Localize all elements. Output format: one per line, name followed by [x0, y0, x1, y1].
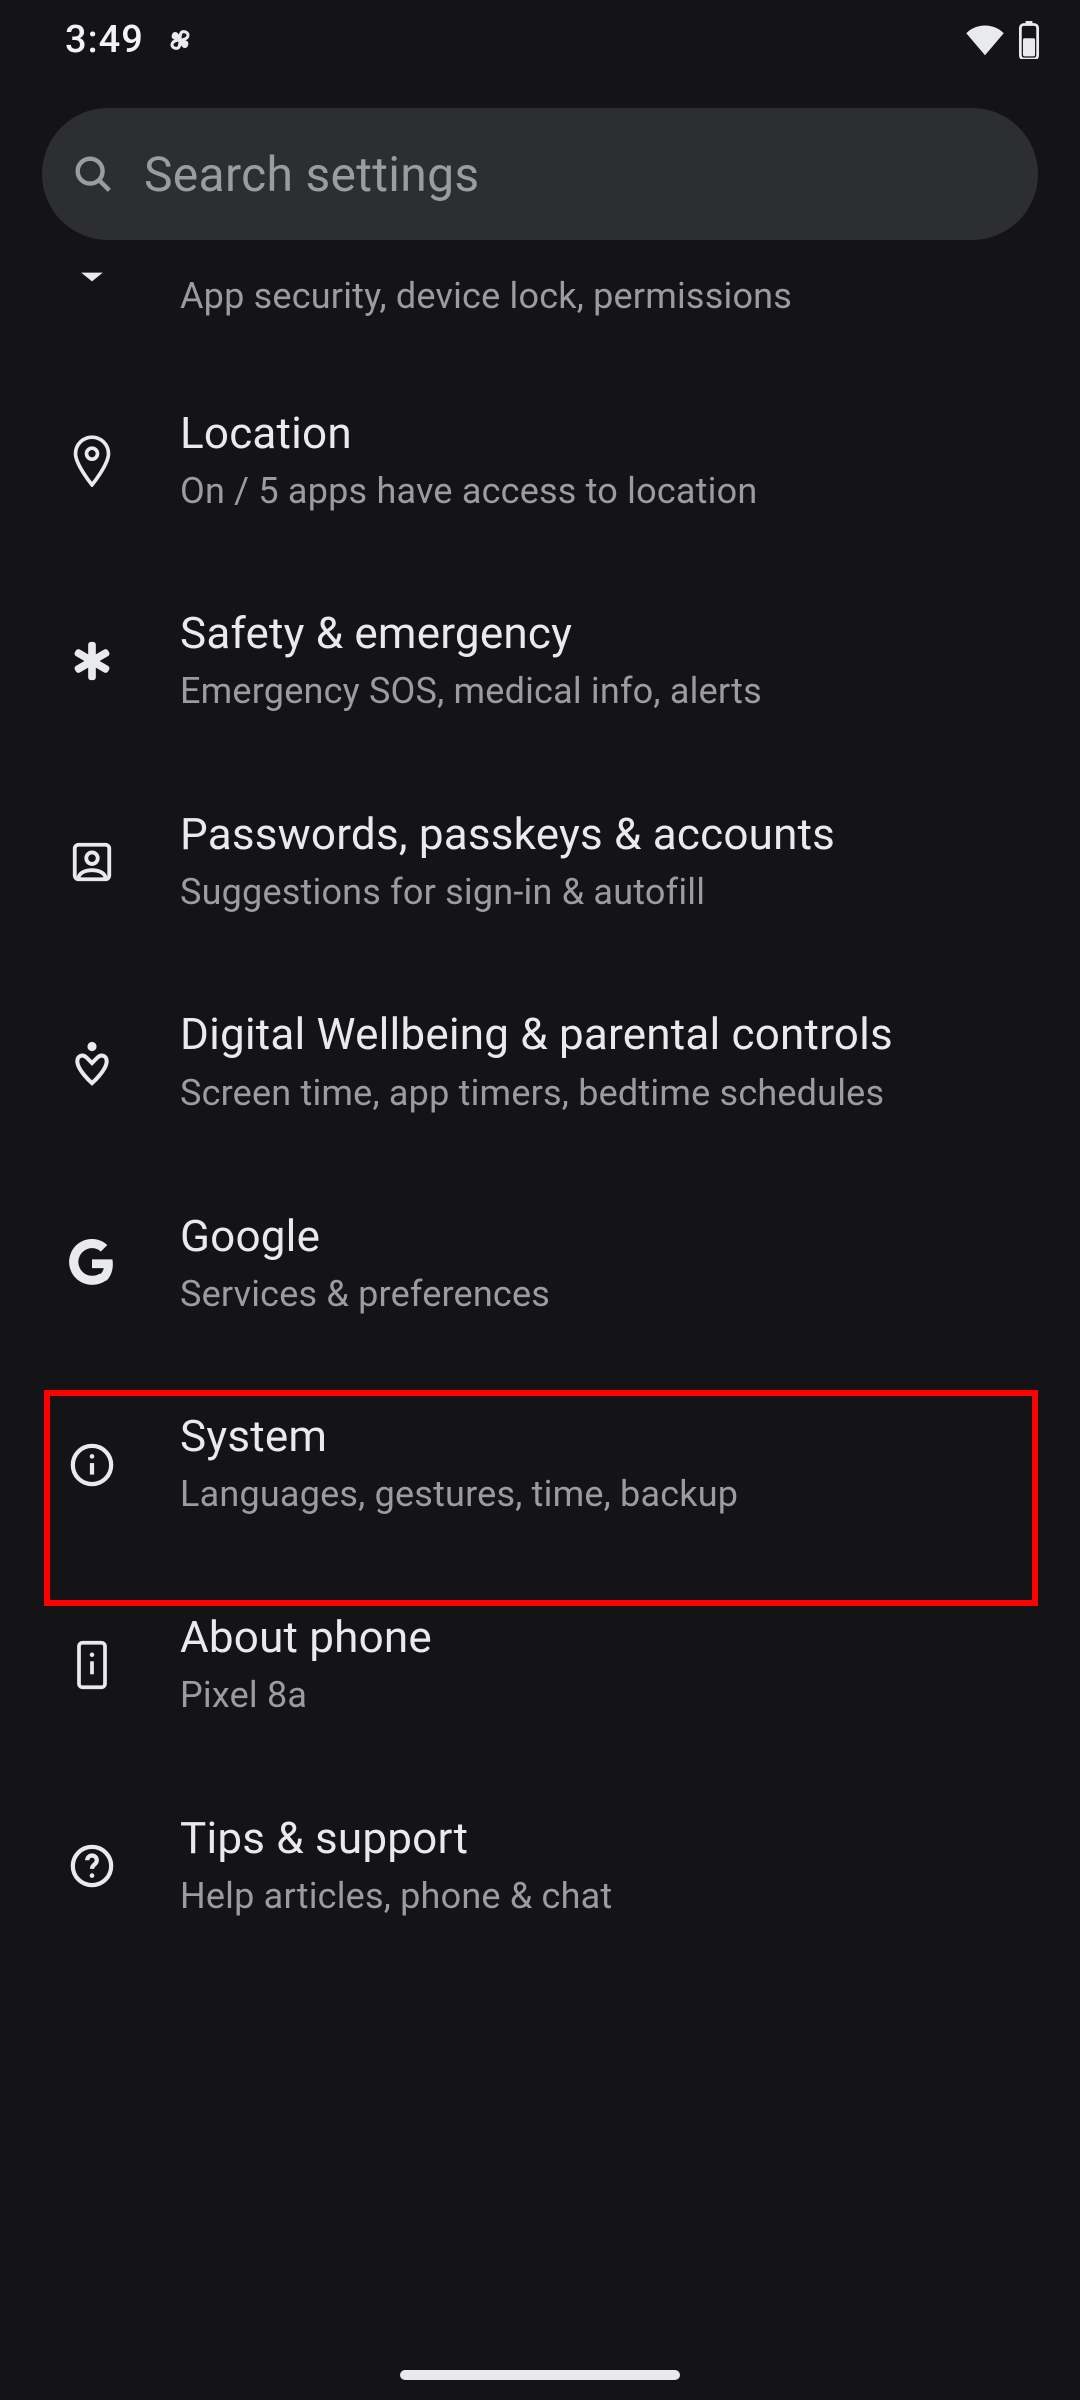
- search-icon: [70, 151, 116, 197]
- chevron-down-icon: [60, 264, 124, 284]
- settings-item-title: Passwords, passkeys & accounts: [180, 808, 1044, 860]
- help-icon: [60, 1843, 124, 1889]
- status-bar: 3:49: [0, 0, 1080, 80]
- status-left: 3:49: [65, 18, 200, 62]
- status-right: [964, 21, 1040, 59]
- search-settings-input[interactable]: Search settings: [42, 108, 1038, 240]
- settings-item-tips[interactable]: Tips & support Help articles, phone & ch…: [0, 1766, 1080, 1967]
- settings-item-subtitle: Services & preferences: [180, 1270, 1044, 1319]
- medical-asterisk-icon: [60, 638, 124, 684]
- wifi-icon: [964, 23, 1006, 57]
- settings-item-subtitle: Help articles, phone & chat: [180, 1872, 1044, 1921]
- status-time: 3:49: [65, 18, 144, 62]
- search-placeholder: Search settings: [144, 146, 479, 203]
- settings-item-subtitle: Pixel 8a: [180, 1671, 1044, 1720]
- search-container: Search settings: [0, 80, 1080, 240]
- settings-item-title: Digital Wellbeing & parental controls: [180, 1008, 1044, 1061]
- settings-item-title: Google: [180, 1210, 1044, 1262]
- settings-item-passwords[interactable]: Passwords, passkeys & accounts Suggestio…: [0, 762, 1080, 963]
- info-icon: [60, 1442, 124, 1488]
- settings-item-subtitle: Languages, gestures, time, backup: [180, 1470, 1044, 1519]
- wellbeing-icon: [60, 1037, 124, 1089]
- settings-item-subtitle: Screen time, app timers, bedtime schedul…: [180, 1069, 1044, 1118]
- account-box-icon: [60, 839, 124, 885]
- battery-icon: [1018, 21, 1040, 59]
- settings-item-google[interactable]: Google Services & preferences: [0, 1164, 1080, 1365]
- settings-item-location[interactable]: Location On / 5 apps have access to loca…: [0, 361, 1080, 562]
- settings-item-subtitle: App security, device lock, permissions: [180, 272, 1044, 321]
- settings-item-system[interactable]: System Languages, gestures, time, backup: [0, 1364, 1080, 1565]
- location-icon: [60, 435, 124, 487]
- settings-item-subtitle: On / 5 apps have access to location: [180, 467, 1044, 516]
- google-icon: [60, 1239, 124, 1289]
- settings-item-security[interactable]: App security, device lock, permissions: [0, 246, 1080, 361]
- settings-item-title: Location: [180, 407, 1044, 459]
- settings-list: App security, device lock, permissions L…: [0, 240, 1080, 1966]
- settings-item-safety[interactable]: Safety & emergency Emergency SOS, medica…: [0, 561, 1080, 762]
- settings-item-wellbeing[interactable]: Digital Wellbeing & parental controls Sc…: [0, 962, 1080, 1163]
- settings-item-about[interactable]: About phone Pixel 8a: [0, 1565, 1080, 1766]
- settings-item-subtitle: Suggestions for sign-in & autofill: [180, 868, 1044, 917]
- navigation-pill[interactable]: [400, 2370, 680, 2380]
- settings-item-title: System: [180, 1410, 1044, 1462]
- settings-item-title: Tips & support: [180, 1812, 1044, 1864]
- phone-info-icon: [60, 1639, 124, 1691]
- settings-item-title: Safety & emergency: [180, 607, 1044, 659]
- settings-item-subtitle: Emergency SOS, medical info, alerts: [180, 667, 1044, 716]
- settings-item-title: About phone: [180, 1611, 1044, 1663]
- pinwheel-icon: [160, 20, 200, 60]
